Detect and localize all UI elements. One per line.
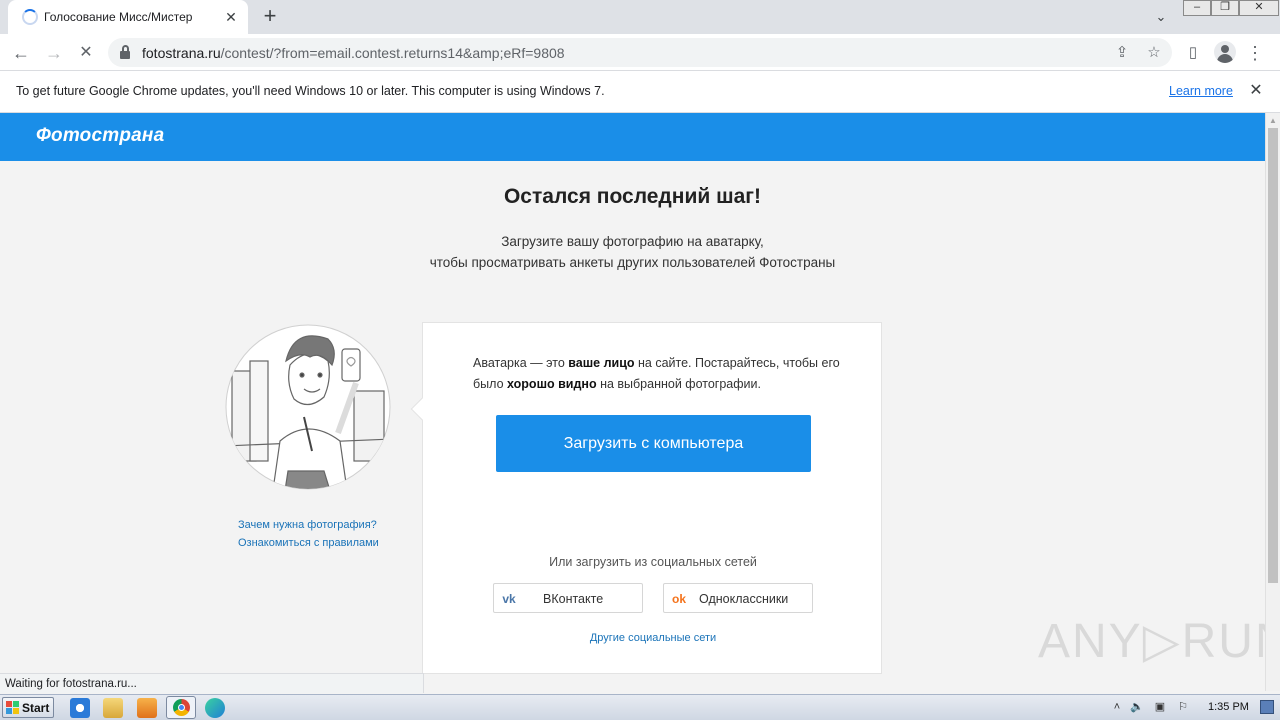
action-center-flag-icon[interactable]: ⚐ xyxy=(1176,700,1190,714)
avatar-hint-text: Аватарка — это ваше лицо на сайте. Поста… xyxy=(473,356,840,391)
address-bar[interactable]: fotostrana.ru/contest/?from=email.contes… xyxy=(108,38,1172,67)
scroll-up-arrow-icon[interactable]: ▲ xyxy=(1269,116,1277,125)
selfie-illustration xyxy=(225,324,391,490)
upload-card: Аватарка — это ваше лицо на сайте. Поста… xyxy=(410,322,883,674)
anyrun-watermark: ANY▷RUN xyxy=(1038,615,1265,668)
volume-icon[interactable]: 🔈 xyxy=(1130,700,1144,714)
back-arrow-icon[interactable]: ← xyxy=(8,40,34,66)
subtitle-line-1: Загрузите вашу фотографию на аватарку, xyxy=(501,234,764,249)
vk-label: ВКонтакте xyxy=(543,592,604,606)
site-header: Фотострана xyxy=(0,113,1265,161)
upload-from-computer-button[interactable]: Загрузить с компьютера xyxy=(496,415,811,472)
odnoklassniki-label: Одноклассники xyxy=(699,592,789,606)
bookmark-star-icon[interactable]: ☆ xyxy=(1142,41,1166,65)
other-social-link[interactable]: Другие социальные сети xyxy=(423,632,883,644)
page-scrollbar[interactable]: ▲ xyxy=(1265,113,1280,691)
page-subtitle: Загрузите вашу фотографию на аватарку, ч… xyxy=(0,231,1265,273)
infobar-message: To get future Google Chrome updates, you… xyxy=(16,84,605,98)
start-label: Start xyxy=(22,701,50,715)
page-title: Остался последний шаг! xyxy=(503,185,762,208)
side-panel-icon[interactable]: ▯ xyxy=(1180,40,1206,66)
taskbar-clock[interactable]: 1:35 PM xyxy=(1208,701,1249,713)
learn-more-link[interactable]: Learn more xyxy=(1169,84,1233,98)
menu-kebab-icon[interactable]: ⋮ xyxy=(1242,40,1268,66)
forward-arrow-icon[interactable]: → xyxy=(41,40,67,66)
file-explorer-icon[interactable] xyxy=(103,698,123,718)
tab-search-chevron-icon[interactable]: ⌄ xyxy=(1150,6,1172,28)
update-infobar: To get future Google Chrome updates, you… xyxy=(0,71,1280,113)
odnoklassniki-button[interactable]: ok Одноклассники xyxy=(663,583,813,613)
new-tab-button[interactable]: + xyxy=(258,5,282,29)
page-viewport: Фотострана Остался последний шаг! Загруз… xyxy=(0,113,1265,691)
scroll-thumb[interactable] xyxy=(1268,128,1278,583)
subtitle-line-2: чтобы просматривать анкеты других пользо… xyxy=(429,255,836,270)
browser-tab[interactable]: Голосование Мисс/Мистер ✕ xyxy=(8,0,248,34)
rules-link[interactable]: Ознакомиться с правилами xyxy=(238,537,379,549)
share-icon[interactable]: ⇪ xyxy=(1110,41,1134,65)
internet-explorer-icon[interactable] xyxy=(70,698,90,718)
url-text: fotostrana.ru/contest/?from=email.contes… xyxy=(142,45,565,61)
start-button[interactable]: Start xyxy=(2,697,54,718)
show-desktop-icon[interactable] xyxy=(1260,700,1274,714)
network-icon[interactable]: ▣ xyxy=(1153,700,1167,714)
window-close-button[interactable]: ✕ xyxy=(1239,0,1279,16)
stop-loading-icon[interactable]: ✕ xyxy=(73,40,99,66)
tab-strip: Голосование Мисс/Мистер ✕ + ⌄ – ❐ ✕ xyxy=(0,0,1280,34)
browser-toolbar: ← → ✕ fotostrana.ru/contest/?from=email.… xyxy=(0,34,1280,71)
card-pointer xyxy=(410,397,434,421)
infobar-close-icon[interactable]: ✕ xyxy=(1246,81,1266,101)
tray-expand-icon[interactable]: ˄ xyxy=(1110,700,1124,714)
chrome-taskbar-button[interactable] xyxy=(166,696,196,719)
windows-logo-icon xyxy=(6,701,19,714)
minimize-button[interactable]: – xyxy=(1183,0,1211,16)
social-caption: Или загрузить из социальных сетей xyxy=(549,555,757,569)
edge-icon[interactable] xyxy=(205,698,225,718)
vk-icon: vk xyxy=(502,592,516,606)
tab-close-icon[interactable]: ✕ xyxy=(222,8,240,26)
tab-title: Голосование Мисс/Мистер xyxy=(44,10,193,24)
loading-spinner-icon xyxy=(22,9,38,25)
media-player-icon[interactable] xyxy=(137,698,157,718)
site-logo[interactable]: Фотострана xyxy=(36,125,164,147)
vk-button[interactable]: vk ВКонтакте xyxy=(493,583,643,613)
windows-taskbar: Start ˄ 🔈 ▣ ⚐ 1:35 PM xyxy=(0,694,1280,720)
profile-avatar-icon[interactable] xyxy=(1214,41,1236,63)
lock-icon[interactable] xyxy=(120,45,130,59)
status-bubble: Waiting for fotostrana.ru... xyxy=(0,673,424,693)
why-photo-link[interactable]: Зачем нужна фотография? xyxy=(238,519,377,531)
restore-button[interactable]: ❐ xyxy=(1211,0,1239,16)
odnoklassniki-icon: ok xyxy=(671,592,686,606)
